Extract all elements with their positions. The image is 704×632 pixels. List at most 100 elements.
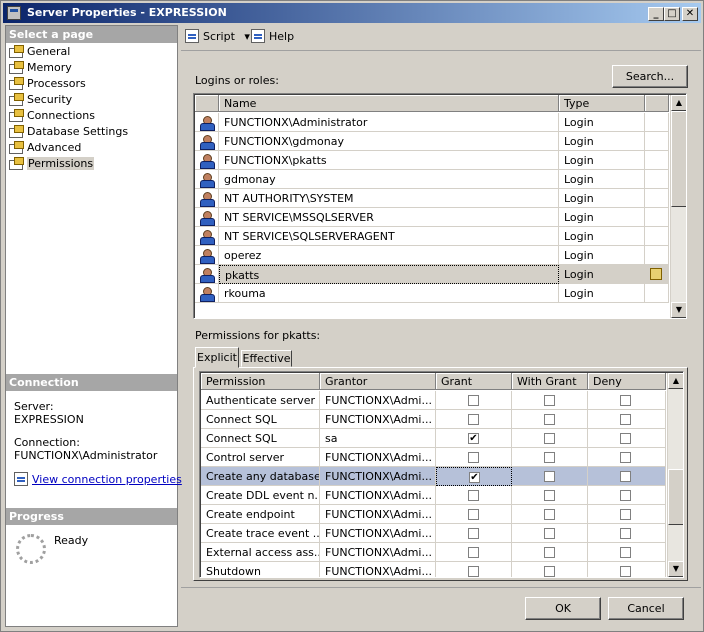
grant-checkbox[interactable]	[468, 566, 479, 577]
grant-checkbox[interactable]	[468, 452, 479, 463]
logins-header-type[interactable]: Type	[559, 95, 645, 112]
page-icon	[9, 77, 24, 90]
perm-header-permission[interactable]: Permission	[201, 373, 320, 390]
perm-scroll-up-icon[interactable]: ▲	[668, 373, 683, 389]
help-icon	[251, 29, 265, 43]
perm-header-with-grant[interactable]: With Grant	[512, 373, 588, 390]
permission-row[interactable]: Create any database FUNCTIONX\Admi... ✔	[201, 467, 666, 486]
page-icon	[9, 109, 24, 122]
perm-header-grantor[interactable]: Grantor	[320, 373, 436, 390]
view-connection-properties[interactable]: View connection properties	[14, 472, 182, 486]
deny-checkbox[interactable]	[620, 566, 631, 577]
page-item-connections[interactable]: Connections	[9, 109, 95, 124]
login-row[interactable]: FUNCTIONX\Administrator Login	[195, 113, 669, 132]
page-item-permissions[interactable]: Permissions	[9, 157, 95, 172]
with-grant-checkbox[interactable]	[544, 433, 555, 444]
login-row[interactable]: rkouma Login	[195, 284, 669, 303]
permission-row[interactable]: Control server FUNCTIONX\Admi...	[201, 448, 666, 467]
logins-scrollbar[interactable]: ▲ ▼	[670, 95, 686, 318]
permission-row[interactable]: External access ass... FUNCTIONX\Admi...	[201, 543, 666, 562]
page-item-security[interactable]: Security	[9, 93, 72, 108]
deny-checkbox[interactable]	[620, 490, 631, 501]
grant-checkbox[interactable]: ✔	[468, 433, 479, 444]
with-grant-checkbox[interactable]	[544, 490, 555, 501]
grant-cell	[436, 543, 512, 562]
select-page-header: Select a page	[6, 26, 177, 43]
login-row[interactable]: NT AUTHORITY\SYSTEM Login	[195, 189, 669, 208]
with-grant-checkbox[interactable]	[544, 471, 555, 482]
page-item-memory[interactable]: Memory	[9, 61, 72, 76]
help-button[interactable]: Help	[251, 29, 294, 43]
deny-checkbox[interactable]	[620, 509, 631, 520]
right-pane: Script ▾ Help Logins or roles: Search...…	[181, 25, 701, 585]
ok-button[interactable]: OK	[525, 597, 601, 620]
with-grant-checkbox[interactable]	[544, 509, 555, 520]
view-connection-properties-link[interactable]: View connection properties	[32, 473, 182, 486]
deny-checkbox[interactable]	[620, 547, 631, 558]
grant-checkbox[interactable]	[468, 528, 479, 539]
login-row[interactable]: operez Login	[195, 246, 669, 265]
login-row[interactable]: FUNCTIONX\gdmonay Login	[195, 132, 669, 151]
login-row[interactable]: gdmonay Login	[195, 170, 669, 189]
permissions-tab-panel: Permission Grantor Grant With Grant Deny…	[193, 367, 688, 581]
with-grant-checkbox[interactable]	[544, 566, 555, 577]
login-row[interactable]: pkatts Login	[195, 265, 669, 284]
minimize-button[interactable]: _	[648, 7, 664, 21]
grant-checkbox[interactable]	[468, 509, 479, 520]
with-grant-checkbox[interactable]	[544, 452, 555, 463]
grant-checkbox[interactable]	[468, 490, 479, 501]
logins-scroll-down-icon[interactable]: ▼	[671, 302, 686, 318]
permission-row[interactable]: Connect SQL sa ✔	[201, 429, 666, 448]
permission-row[interactable]: Authenticate server FUNCTIONX\Admi...	[201, 391, 666, 410]
deny-checkbox[interactable]	[620, 528, 631, 539]
deny-checkbox[interactable]	[620, 414, 631, 425]
script-dropdown-icon[interactable]: ▾	[244, 30, 250, 43]
cancel-button[interactable]: Cancel	[608, 597, 684, 620]
grant-checkbox[interactable]	[468, 414, 479, 425]
perm-scroll-thumb[interactable]	[668, 469, 683, 525]
page-item-advanced[interactable]: Advanced	[9, 141, 81, 156]
deny-cell	[588, 391, 666, 410]
deny-checkbox[interactable]	[620, 433, 631, 444]
permissions-scrollbar[interactable]: ▲ ▼	[667, 373, 683, 577]
deny-checkbox[interactable]	[620, 471, 631, 482]
script-button[interactable]: Script ▾	[185, 29, 250, 43]
close-button[interactable]: ✕	[682, 7, 698, 21]
permission-grantor: FUNCTIONX\Admi...	[320, 467, 436, 486]
grant-checkbox[interactable]: ✔	[469, 472, 480, 483]
login-row[interactable]: NT SERVICE\MSSQLSERVER Login	[195, 208, 669, 227]
logins-scroll-up-icon[interactable]: ▲	[671, 95, 686, 111]
login-row[interactable]: FUNCTIONX\pkatts Login	[195, 151, 669, 170]
login-row[interactable]: NT SERVICE\SQLSERVERAGENT Login	[195, 227, 669, 246]
with-grant-checkbox[interactable]	[544, 414, 555, 425]
logins-header-name[interactable]: Name	[219, 95, 559, 112]
deny-checkbox[interactable]	[620, 452, 631, 463]
search-button[interactable]: Search...	[612, 65, 688, 88]
page-item-label: General	[27, 45, 71, 58]
with-grant-checkbox[interactable]	[544, 395, 555, 406]
grant-checkbox[interactable]	[468, 395, 479, 406]
title-bar: Server Properties - EXPRESSION _ □ ✕	[3, 3, 701, 23]
maximize-button[interactable]: □	[664, 7, 680, 21]
permission-row[interactable]: Shutdown FUNCTIONX\Admi...	[201, 562, 666, 577]
with-grant-checkbox[interactable]	[544, 547, 555, 558]
tab-effective[interactable]: Effective	[241, 350, 292, 367]
perm-header-grant[interactable]: Grant	[436, 373, 512, 390]
logins-scroll-thumb[interactable]	[671, 111, 686, 207]
permission-row[interactable]: Create DDL event n... FUNCTIONX\Admi...	[201, 486, 666, 505]
permission-row[interactable]: Connect SQL FUNCTIONX\Admi...	[201, 410, 666, 429]
tab-explicit[interactable]: Explicit	[195, 347, 239, 368]
perm-header-deny[interactable]: Deny	[588, 373, 666, 390]
deny-checkbox[interactable]	[620, 395, 631, 406]
permission-row[interactable]: Create endpoint FUNCTIONX\Admi...	[201, 505, 666, 524]
grant-checkbox[interactable]	[468, 547, 479, 558]
login-type: Login	[559, 246, 645, 265]
page-item-processors[interactable]: Processors	[9, 77, 86, 92]
with-grant-checkbox[interactable]	[544, 528, 555, 539]
perm-scroll-down-icon[interactable]: ▼	[668, 561, 683, 577]
permissions-label: Permissions for pkatts:	[195, 329, 321, 342]
login-icon-cell	[195, 189, 219, 208]
page-item-database-settings[interactable]: Database Settings	[9, 125, 128, 140]
permission-row[interactable]: Create trace event ... FUNCTIONX\Admi...	[201, 524, 666, 543]
page-item-general[interactable]: General	[9, 45, 70, 60]
